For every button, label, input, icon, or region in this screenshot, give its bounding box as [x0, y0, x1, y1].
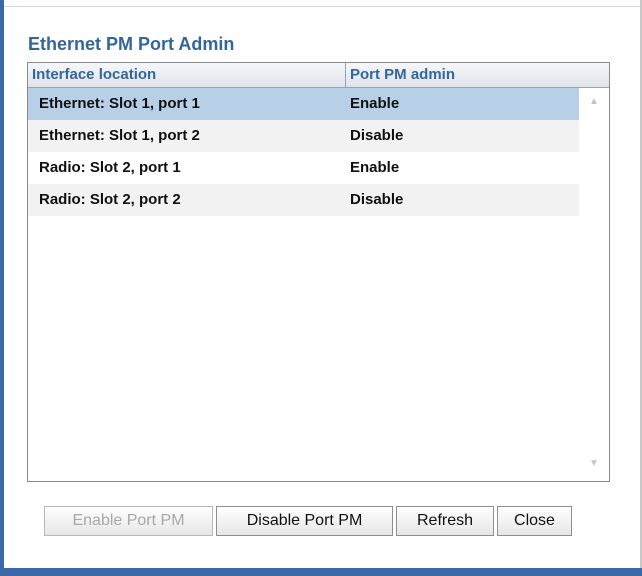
table-header: Interface location Port PM admin: [28, 63, 609, 88]
cell-port-pm-admin: Disable: [350, 191, 404, 208]
cell-port-pm-admin: Enable: [350, 95, 400, 112]
disable-port-pm-button[interactable]: Disable Port PM: [216, 506, 393, 536]
dialog-bottom-frame: [0, 568, 642, 576]
cell-interface-location: Radio: Slot 2, port 1: [39, 159, 181, 176]
dialog-top-frame: [0, 0, 642, 7]
table-body: Ethernet: Slot 1, port 1 Enable Ethernet…: [28, 88, 579, 216]
column-header-port-pm-admin[interactable]: Port PM admin: [346, 63, 609, 87]
close-button[interactable]: Close: [497, 506, 572, 536]
table-row[interactable]: Radio: Slot 2, port 2 Disable: [28, 184, 579, 216]
cell-interface-location: Ethernet: Slot 1, port 2: [39, 127, 200, 144]
scroll-down-arrow-icon[interactable]: ▼: [587, 458, 601, 470]
port-admin-dialog: Ethernet PM Port Admin Interface locatio…: [0, 0, 642, 576]
cell-interface-location: Ethernet: Slot 1, port 1: [39, 95, 200, 112]
column-header-interface-location[interactable]: Interface location: [28, 63, 346, 87]
dialog-left-frame: [0, 0, 4, 576]
cell-interface-location: Radio: Slot 2, port 2: [39, 191, 181, 208]
vertical-scrollbar[interactable]: ▲ ▼: [579, 88, 609, 481]
table-row[interactable]: Radio: Slot 2, port 1 Enable: [28, 152, 579, 184]
port-table: Interface location Port PM admin Etherne…: [27, 62, 610, 482]
refresh-button[interactable]: Refresh: [396, 506, 494, 536]
table-row[interactable]: Ethernet: Slot 1, port 2 Disable: [28, 120, 579, 152]
cell-port-pm-admin: Enable: [350, 159, 400, 176]
cell-port-pm-admin: Disable: [350, 127, 404, 144]
enable-port-pm-button[interactable]: Enable Port PM: [44, 506, 213, 536]
table-row[interactable]: Ethernet: Slot 1, port 1 Enable: [28, 88, 579, 120]
scroll-up-arrow-icon[interactable]: ▲: [587, 96, 601, 108]
dialog-title: Ethernet PM Port Admin: [28, 34, 235, 54]
